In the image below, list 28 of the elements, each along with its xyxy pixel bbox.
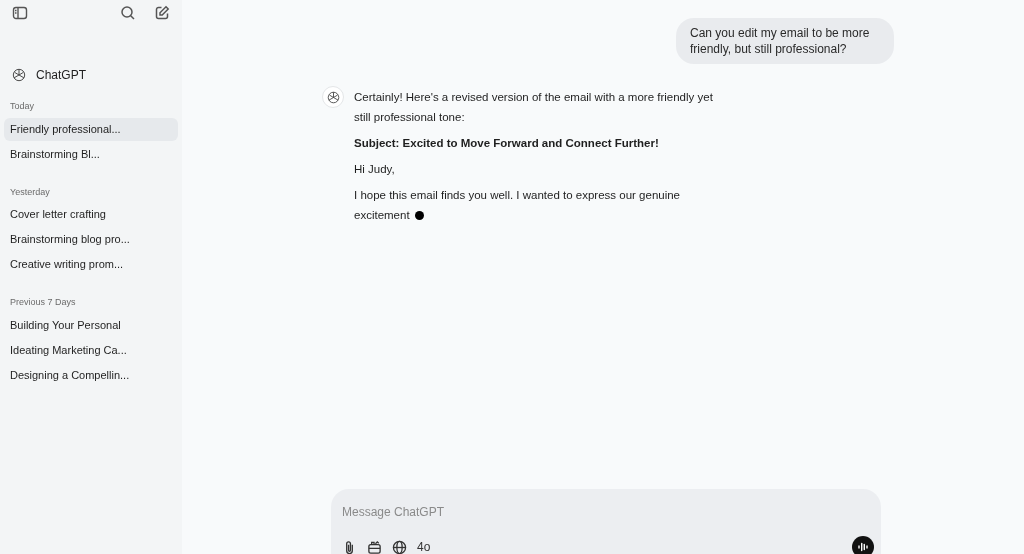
chat-history-item[interactable]: Building Your Personal xyxy=(4,313,178,337)
message-composer[interactable]: Message ChatGPT 4o xyxy=(331,489,881,554)
brand-label: ChatGPT xyxy=(36,67,86,84)
voice-button[interactable] xyxy=(852,536,874,554)
chat-history-item[interactable]: Designing a Compellin... xyxy=(4,363,178,387)
globe-icon[interactable] xyxy=(392,539,407,554)
chat-history-item[interactable]: Brainstorming blog pro... xyxy=(4,228,178,251)
message-paragraph: Certainly! Here's a revised version of the email with a more friendly yet still professional tone: xyxy=(354,90,714,125)
email-subject: Subject: Excited to Move Forward and Connect Further! xyxy=(354,136,660,151)
chat-history-item[interactable]: Creative writing prom... xyxy=(4,253,178,276)
search-icon[interactable] xyxy=(120,5,136,21)
waveform-icon xyxy=(857,541,869,553)
sidebar-toggle-icon[interactable] xyxy=(12,5,28,21)
toolbox-icon[interactable] xyxy=(367,539,382,554)
message-paragraph: I hope this email finds you well. I wanted to express our genuine excitement xyxy=(354,189,681,221)
chat-history-item[interactable]: Cover letter crafting xyxy=(4,203,178,226)
section-heading: Previous 7 Days xyxy=(9,296,77,309)
user-message: Can you edit my email to be more friendly, but still professional? xyxy=(676,18,894,64)
chat-history-item[interactable]: Brainstorming Bl... xyxy=(4,142,178,166)
new-chat-icon[interactable] xyxy=(154,5,170,21)
chat-history-item[interactable]: Ideating Marketing Ca... xyxy=(4,338,178,362)
logo-icon xyxy=(12,68,26,82)
message-paragraph: Hi Judy, xyxy=(354,162,396,177)
section-heading: Today xyxy=(9,100,36,113)
chatgpt-link[interactable]: ChatGPT xyxy=(4,62,178,88)
model-button[interactable]: 4o xyxy=(417,538,431,554)
chat-history-item[interactable]: Friendly professional... xyxy=(4,117,178,141)
section-heading: Yesterday xyxy=(9,185,51,199)
